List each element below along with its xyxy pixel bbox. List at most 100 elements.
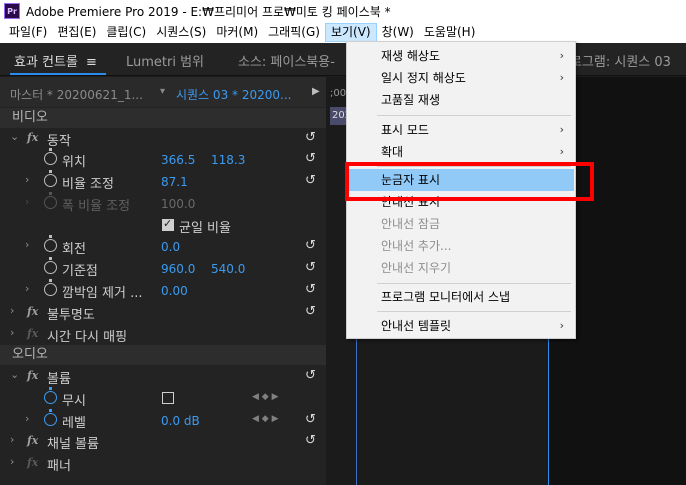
premiere-app-icon: Pr (4, 3, 20, 19)
master-clip-label[interactable]: 마스터 * 20200621_1... (10, 86, 143, 103)
menu-edit[interactable]: 편집(E) (52, 23, 101, 42)
flicker-label: 깜박임 제거 ... (62, 286, 143, 301)
bypass-checkbox[interactable] (162, 392, 174, 404)
panel-menu-icon[interactable]: ≡ (86, 55, 97, 70)
menu-help[interactable]: 도움말(H) (419, 23, 481, 42)
rotation-label: 회전 (62, 242, 86, 257)
menu-item-high-quality-playback[interactable]: 고품질 재생 (348, 89, 574, 111)
menu-item-guide-templates[interactable]: 안내선 템플릿 › (348, 315, 574, 337)
flicker-value[interactable]: 0.00 (161, 284, 188, 298)
fx-icon[interactable]: fx (27, 434, 38, 447)
tab-effect-controls-label: 효과 컨트롤 (14, 55, 78, 70)
chevron-right-icon[interactable]: › (10, 455, 14, 468)
reset-icon[interactable]: ↺ (305, 130, 316, 145)
stopwatch-icon[interactable] (44, 235, 57, 252)
stopwatch-icon[interactable] (44, 257, 57, 274)
effect-opacity-row[interactable]: › fx 불투명도 ↺ (0, 302, 326, 323)
keyframe-nav-icon[interactable]: ◀ ◆ ▶ (252, 392, 279, 402)
menu-marker[interactable]: 마커(M) (211, 23, 263, 42)
menu-item-label: 안내선 추가... (381, 239, 452, 253)
property-scale-width-row: › 폭 비율 조정 100.0 (0, 192, 326, 214)
window-title: Adobe Premiere Pro 2019 - E:₩프리미어 프로₩미토 … (26, 4, 391, 19)
chevron-right-icon[interactable]: › (25, 238, 29, 251)
effect-panner-row[interactable]: › fx 패너 (0, 453, 326, 474)
menu-clip[interactable]: 클립(C) (101, 23, 151, 42)
stopwatch-icon[interactable] (44, 170, 57, 187)
position-label: 위치 (62, 155, 86, 170)
position-x-value[interactable]: 366.5 (161, 153, 195, 167)
menu-file[interactable]: 파일(F) (4, 23, 52, 42)
menu-view[interactable]: 보기(V) (324, 23, 377, 42)
reset-icon[interactable]: ↺ (305, 433, 316, 448)
fx-icon[interactable]: fx (27, 131, 38, 144)
chevron-right-icon[interactable]: › (25, 412, 29, 425)
reset-icon[interactable]: ↺ (305, 412, 316, 427)
menu-item-lock-guides: 안내선 잠금 (348, 213, 574, 235)
level-value[interactable]: 0.0 dB (161, 414, 200, 428)
stopwatch-icon[interactable] (44, 148, 57, 165)
menu-item-display-mode[interactable]: 표시 모드 › (348, 119, 574, 141)
keyframe-nav-icon[interactable]: ◀ ◆ ▶ (252, 414, 279, 424)
rotation-value[interactable]: 0.0 (161, 240, 180, 254)
menu-item-snap-program-monitor[interactable]: 프로그램 모니터에서 스냅 (348, 286, 574, 308)
menu-item-label: 안내선 잠금 (381, 217, 441, 231)
menu-sequence[interactable]: 시퀀스(S) (151, 23, 211, 42)
effect-controls-panel: 마스터 * 20200621_1... ▾ 시퀀스 03 * 20200... … (0, 77, 326, 485)
menu-item-clear-guides: 안내선 지우기 (348, 257, 574, 279)
chevron-right-icon[interactable]: › (25, 173, 29, 186)
property-anchor-row: 기준점 960.0 540.0 ↺ (0, 257, 326, 279)
position-y-value[interactable]: 118.3 (211, 153, 245, 167)
level-label: 레벨 (62, 416, 86, 431)
scale-width-label: 폭 비율 조정 (62, 199, 131, 214)
fx-icon: fx (27, 327, 39, 340)
reset-icon[interactable]: ↺ (305, 238, 316, 253)
section-video: 비디오 (0, 108, 326, 128)
tab-effect-controls[interactable]: 효과 컨트롤 ≡ (14, 51, 97, 70)
tab-lumetri-scopes[interactable]: Lumetri 범위 (126, 51, 204, 70)
chevron-right-icon[interactable]: › (10, 433, 14, 446)
chevron-down-icon[interactable]: ⌄ (10, 368, 19, 381)
annotation-highlight-box (345, 162, 594, 201)
menu-window[interactable]: 창(W) (377, 23, 419, 42)
effect-time-remap-row[interactable]: › fx 시간 다시 매핑 (0, 324, 326, 345)
chevron-right-icon: › (559, 319, 564, 332)
tab-source-monitor[interactable]: 소스: 페이스북용- (238, 51, 335, 70)
effect-channel-volume-row[interactable]: › fx 채널 볼륨 ↺ (0, 431, 326, 452)
menu-graphics[interactable]: 그래픽(G) (263, 23, 325, 42)
chevron-right-icon[interactable]: › (10, 304, 14, 317)
reset-icon[interactable]: ↺ (305, 173, 316, 188)
scale-width-value: 100.0 (161, 197, 196, 211)
effect-panner-label: 패너 (47, 459, 71, 474)
title-bar: Pr Adobe Premiere Pro 2019 - E:₩프리미어 프로₩… (0, 0, 686, 22)
stopwatch-icon[interactable] (44, 409, 57, 426)
chevron-down-icon[interactable]: ▾ (160, 86, 165, 97)
uniform-scale-label: 균일 비율 (179, 221, 231, 236)
chevron-right-icon[interactable]: › (25, 282, 29, 295)
scale-value[interactable]: 87.1 (161, 175, 188, 189)
fx-icon[interactable]: fx (27, 369, 38, 382)
play-triangle-icon[interactable]: ▶ (312, 86, 320, 97)
reset-icon[interactable]: ↺ (305, 368, 316, 383)
stopwatch-icon[interactable] (44, 279, 57, 296)
reset-icon[interactable]: ↺ (305, 151, 316, 166)
effect-motion-row[interactable]: ⌄ fx 동작 ↺ (0, 128, 326, 149)
fx-icon[interactable]: fx (27, 305, 38, 318)
menu-item-playback-resolution[interactable]: 재생 해상도 › (348, 45, 574, 67)
chevron-right-icon[interactable]: › (10, 326, 14, 339)
stopwatch-icon[interactable] (44, 387, 57, 404)
menu-item-paused-resolution[interactable]: 일시 정지 해상도 › (348, 67, 574, 89)
reset-icon[interactable]: ↺ (305, 282, 316, 297)
menu-item-magnification[interactable]: 확대 › (348, 141, 574, 163)
anchor-x-value[interactable]: 960.0 (161, 262, 195, 276)
effect-volume-row[interactable]: ⌄ fx 볼륨 ↺ (0, 366, 326, 387)
reset-icon[interactable]: ↺ (305, 260, 316, 275)
tab-program-monitor[interactable]: 로그램: 시퀀스 03 (570, 51, 671, 70)
menu-item-label: 재생 해상도 (381, 49, 441, 63)
chevron-down-icon[interactable]: ⌄ (10, 130, 19, 143)
sequence-clip-label[interactable]: 시퀀스 03 * 20200... (176, 86, 291, 103)
uniform-scale-checkbox[interactable] (162, 217, 174, 231)
anchor-y-value[interactable]: 540.0 (211, 262, 245, 276)
reset-icon[interactable]: ↺ (305, 304, 316, 319)
menu-item-label: 표시 모드 (381, 123, 429, 137)
anchor-label: 기준점 (62, 264, 98, 279)
